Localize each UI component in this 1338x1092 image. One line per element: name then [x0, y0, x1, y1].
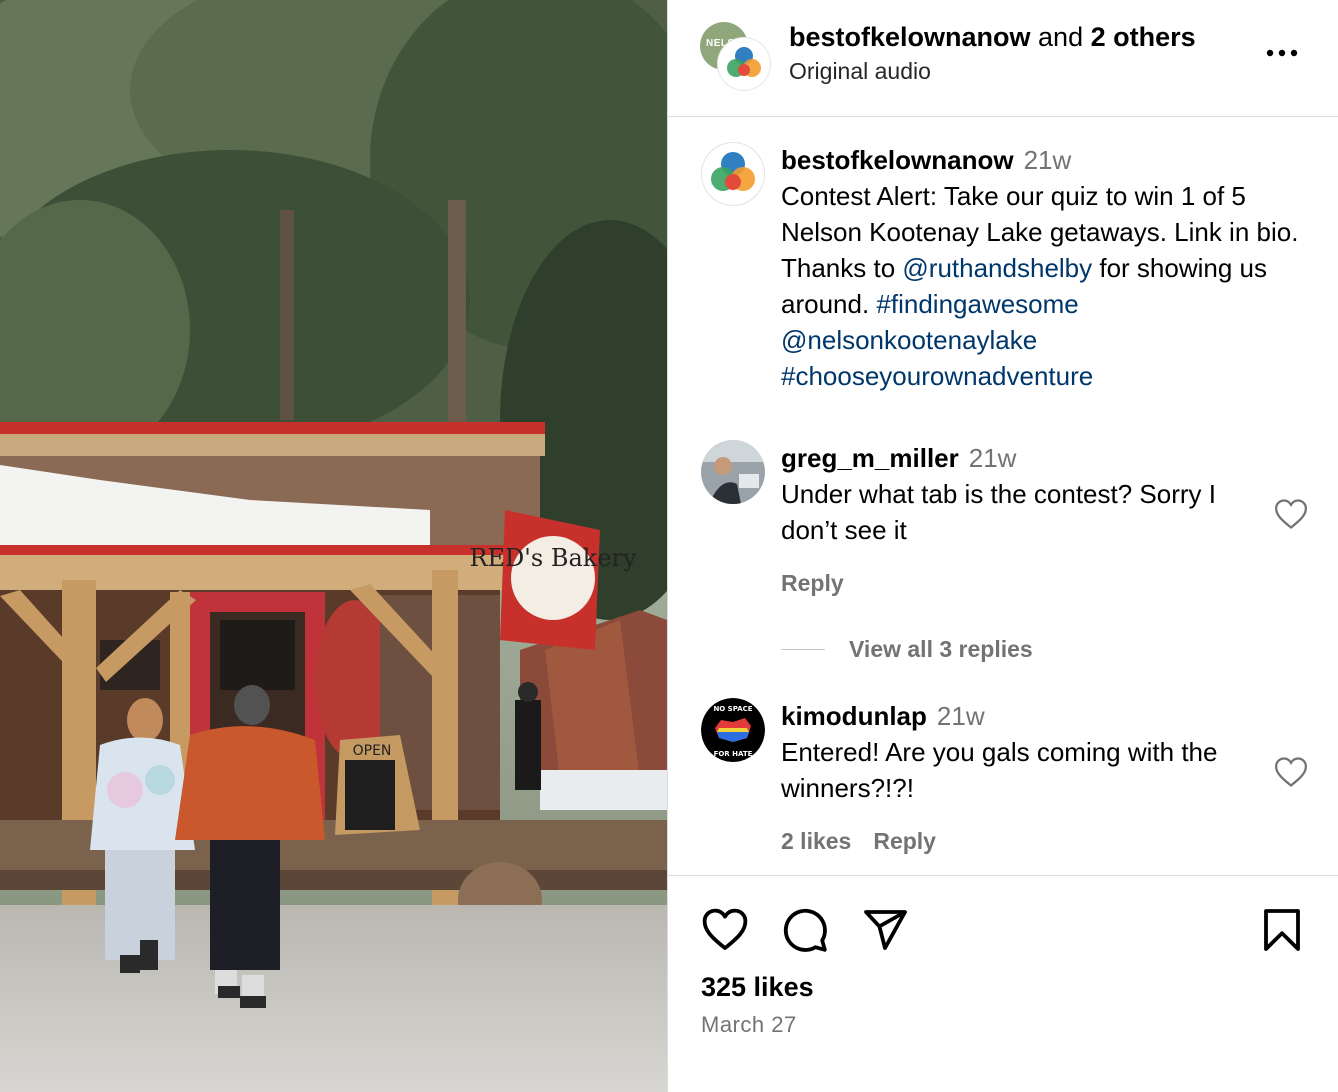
- comment-meta: 2 likes Reply: [781, 828, 958, 855]
- action-bar: 325 likes March 27: [668, 875, 1338, 1092]
- bestof-logo-icon: [727, 47, 761, 77]
- reply-button[interactable]: Reply: [873, 828, 936, 854]
- post-date[interactable]: March 27: [701, 1012, 797, 1038]
- post-photo: RED's Bakery OPEN: [0, 0, 667, 1092]
- post-details-panel: NELS bestofkelownanow and 2 others Origi…: [668, 0, 1338, 1092]
- comment-body: kimodunlap 21w Entered! Are you gals comi…: [781, 698, 1261, 806]
- reply-button[interactable]: Reply: [781, 570, 844, 596]
- comment-username[interactable]: kimodunlap: [781, 701, 927, 731]
- comment-icon[interactable]: [781, 906, 829, 954]
- bookmark-icon[interactable]: [1258, 906, 1306, 954]
- collab-avatars[interactable]: NELS: [700, 20, 770, 90]
- caption-avatar[interactable]: [701, 142, 765, 206]
- collab-connector: and: [1030, 22, 1091, 52]
- open-text: OPEN: [353, 743, 392, 759]
- mention-nelsonkootenaylake[interactable]: @nelsonkootenaylake: [781, 325, 1037, 355]
- post-header: NELS bestofkelownanow and 2 others Origi…: [668, 0, 1338, 117]
- heart-icon[interactable]: [701, 906, 749, 954]
- collab-title[interactable]: bestofkelownanow and 2 others: [789, 22, 1196, 53]
- hashtag-chooseyourownadventure[interactable]: #chooseyourownadventure: [781, 361, 1093, 391]
- collab-main-user[interactable]: bestofkelownanow: [789, 22, 1031, 52]
- caption-username[interactable]: bestofkelownanow: [781, 145, 1014, 175]
- comment-username[interactable]: greg_m_miller: [781, 443, 959, 473]
- caption-time[interactable]: 21w: [1024, 145, 1072, 175]
- snowy-ground: [0, 905, 667, 1092]
- bestof-logo-icon: [711, 152, 755, 191]
- comment-body: greg_m_miller 21w Under what tab is the c…: [781, 440, 1261, 548]
- comment-like-heart-icon[interactable]: [1274, 756, 1308, 788]
- replies-divider: [781, 648, 825, 650]
- likes-count[interactable]: 325 likes: [701, 972, 814, 1003]
- post-media[interactable]: RED's Bakery OPEN: [0, 0, 667, 1092]
- comment-time[interactable]: 21w: [937, 701, 985, 731]
- hashtag-findingawesome[interactable]: #findingawesome: [876, 289, 1078, 319]
- more-icon[interactable]: [1264, 38, 1304, 68]
- audio-label[interactable]: Original audio: [789, 58, 931, 85]
- comment-time[interactable]: 21w: [969, 443, 1017, 473]
- mention-ruthandshelby[interactable]: @ruthandshelby: [902, 253, 1092, 283]
- caption-text: bestofkelownanow 21w Contest Alert: Take …: [781, 142, 1321, 394]
- avatar[interactable]: [701, 440, 765, 504]
- greg-avatar-photo: [701, 440, 765, 504]
- view-replies-label: View all 3 replies: [849, 635, 1033, 662]
- badge-text-top: NO SPACE: [713, 705, 752, 713]
- collab-others[interactable]: 2 others: [1091, 22, 1196, 52]
- view-replies-button[interactable]: View all 3 replies: [781, 634, 1033, 664]
- avatar[interactable]: NO SPACE FOR HATE: [701, 698, 765, 762]
- comment-meta: Reply: [781, 570, 866, 597]
- comment-text: Under what tab is the contest? Sorry I d…: [781, 479, 1216, 545]
- collab-avatar-bestofkelowna[interactable]: [718, 38, 770, 90]
- sign-text-top: RED's Bakery: [469, 544, 637, 572]
- comment-text: Entered! Are you gals coming with the wi…: [781, 737, 1218, 803]
- no-space-for-hate-badge-icon: NO SPACE FOR HATE: [701, 698, 765, 762]
- share-icon[interactable]: [861, 906, 909, 954]
- bakery-roof: [0, 422, 545, 591]
- badge-text-bottom: FOR HATE: [714, 750, 753, 758]
- comment-likes[interactable]: 2 likes: [781, 828, 851, 854]
- comment-like-heart-icon[interactable]: [1274, 498, 1308, 530]
